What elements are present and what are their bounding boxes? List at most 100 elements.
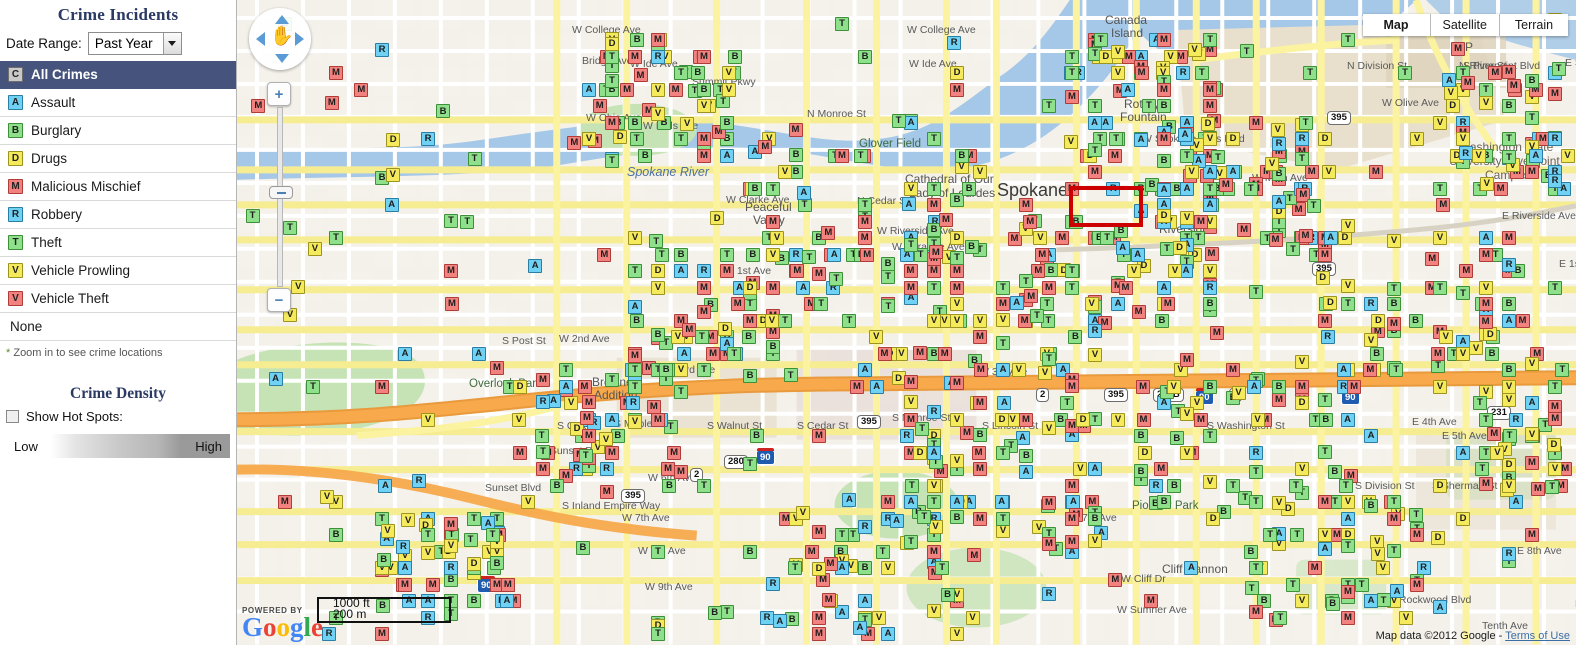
crime-marker-a[interactable]: A	[904, 495, 918, 509]
crime-marker-t[interactable]: T	[536, 444, 550, 459]
crime-marker-r[interactable]: R	[626, 396, 641, 410]
crime-marker-m[interactable]: M	[1295, 379, 1309, 394]
crime-marker-v[interactable]: V	[1502, 392, 1516, 407]
crime-marker-m[interactable]: M	[967, 548, 982, 563]
crime-marker-d[interactable]: D	[613, 129, 628, 144]
crime-marker-d[interactable]: D	[1137, 445, 1152, 460]
crime-marker-r[interactable]: R	[444, 561, 458, 575]
crime-marker-d[interactable]: D	[513, 379, 527, 394]
crime-marker-m[interactable]: M	[582, 428, 596, 443]
crime-marker-v[interactable]: V	[1469, 341, 1483, 356]
crime-marker-a[interactable]: A	[1157, 182, 1171, 197]
crime-marker-r[interactable]: R	[1548, 173, 1562, 188]
crime-marker-b[interactable]: B	[789, 147, 803, 162]
crime-marker-t[interactable]: T	[1555, 363, 1570, 377]
crime-marker-r[interactable]: R	[412, 473, 427, 488]
crime-marker-a[interactable]: A	[1009, 295, 1024, 310]
crime-marker-b[interactable]: B	[1502, 363, 1516, 377]
crime-marker-a[interactable]: A	[1130, 247, 1145, 262]
crime-marker-m[interactable]: M	[960, 425, 974, 440]
crime-marker-a[interactable]: A	[1115, 240, 1130, 255]
crime-marker-m[interactable]: M	[1065, 89, 1079, 104]
crime-marker-a[interactable]: A	[1203, 198, 1217, 212]
zoom-slider-track[interactable]	[269, 107, 293, 287]
crime-marker-b[interactable]: B	[1157, 99, 1171, 113]
crime-marker-m[interactable]: M	[860, 247, 875, 262]
crime-marker-v[interactable]: V	[401, 513, 416, 528]
crime-marker-r[interactable]: R	[1416, 561, 1431, 575]
crime-marker-v[interactable]: V	[950, 297, 964, 311]
crime-marker-t[interactable]: T	[917, 509, 932, 524]
crime-marker-v[interactable]: V	[1295, 594, 1309, 608]
crime-marker-m[interactable]: M	[1042, 280, 1056, 295]
crime-marker-m[interactable]: M	[1502, 64, 1516, 79]
crime-marker-r[interactable]: R	[1295, 132, 1309, 146]
crime-marker-v[interactable]: V	[380, 523, 395, 538]
crime-marker-a[interactable]: A	[901, 197, 916, 212]
crime-marker-m[interactable]: M	[1479, 247, 1493, 262]
crime-marker-m[interactable]: M	[697, 148, 711, 163]
crime-marker-t[interactable]: T	[783, 368, 798, 383]
crime-marker-t[interactable]: T	[1502, 150, 1516, 165]
crime-marker-t[interactable]: T	[1551, 61, 1566, 76]
crime-marker-t[interactable]: T	[996, 280, 1010, 295]
crime-marker-t[interactable]: T	[245, 209, 260, 223]
crime-marker-t[interactable]: T	[950, 250, 964, 265]
crime-type-item-all-crimes[interactable]: C All Crimes	[0, 61, 236, 89]
crime-marker-m[interactable]: M	[1318, 247, 1332, 262]
show-hotspots-row[interactable]: Show Hot Spots:	[0, 409, 236, 430]
crime-marker-m[interactable]: M	[697, 49, 711, 64]
crime-marker-b[interactable]: B	[1169, 431, 1184, 446]
crime-marker-m[interactable]: M	[1024, 289, 1039, 304]
crime-marker-m[interactable]: M	[1368, 165, 1383, 179]
crime-marker-t[interactable]: T	[628, 264, 642, 278]
crime-marker-t[interactable]: T	[1456, 286, 1470, 301]
crime-marker-b[interactable]: B	[1318, 412, 1333, 427]
crime-marker-a[interactable]: A	[1134, 132, 1148, 147]
crime-marker-t[interactable]: T	[1545, 480, 1560, 494]
crime-marker-m[interactable]: M	[1154, 462, 1169, 476]
crime-marker-a[interactable]: A	[796, 280, 811, 295]
crime-marker-m[interactable]: M	[1459, 264, 1474, 278]
crime-marker-t[interactable]: T	[578, 448, 593, 463]
crime-marker-r[interactable]: R	[1548, 132, 1562, 146]
crime-marker-a[interactable]: A	[677, 346, 692, 361]
crime-marker-m[interactable]: M	[667, 445, 682, 460]
crime-marker-m[interactable]: M	[1108, 572, 1123, 587]
crime-marker-t[interactable]: T	[1479, 412, 1493, 427]
crime-marker-t[interactable]: T	[605, 49, 619, 64]
crime-marker-m[interactable]: M	[971, 445, 986, 460]
crime-marker-m[interactable]: M	[1226, 363, 1240, 377]
crime-marker-b[interactable]: B	[490, 556, 504, 571]
show-hotspots-checkbox[interactable]	[6, 410, 19, 423]
crime-marker-m[interactable]: M	[1410, 577, 1424, 592]
crime-marker-m[interactable]: M	[720, 264, 734, 278]
crime-marker-a[interactable]: A	[628, 299, 642, 314]
crime-marker-m[interactable]: M	[697, 305, 711, 320]
crime-marker-r[interactable]: R	[1249, 445, 1263, 460]
crime-marker-d[interactable]: D	[1502, 458, 1516, 473]
crime-marker-b[interactable]: B	[950, 510, 964, 525]
crime-marker-m[interactable]: M	[605, 445, 619, 460]
crime-marker-d[interactable]: D	[1433, 478, 1447, 493]
crime-marker-m[interactable]: M	[973, 511, 987, 526]
crime-marker-b[interactable]: B	[659, 363, 674, 377]
crime-marker-m[interactable]: M	[592, 99, 607, 113]
crime-marker-v[interactable]: V	[1088, 347, 1102, 362]
crime-marker-t[interactable]: T	[1341, 33, 1355, 47]
crime-marker-a[interactable]: A	[1318, 542, 1332, 557]
crime-marker-v[interactable]: V	[996, 523, 1010, 538]
crime-marker-m[interactable]: M	[973, 462, 987, 476]
crime-marker-d[interactable]: D	[1206, 511, 1221, 526]
crime-marker-m[interactable]: M	[445, 297, 459, 311]
crime-marker-a[interactable]: A	[1019, 464, 1033, 479]
crime-marker-m[interactable]: M	[1341, 585, 1355, 599]
crime-marker-v[interactable]: V	[1042, 421, 1056, 436]
crime-marker-t[interactable]: T	[1318, 444, 1332, 459]
crime-marker-t[interactable]: T	[835, 16, 849, 31]
crime-marker-v[interactable]: V	[770, 231, 784, 245]
crime-marker-a[interactable]: A	[1528, 148, 1543, 163]
crime-marker-t[interactable]: T	[743, 457, 757, 472]
crime-marker-t[interactable]: T	[814, 297, 829, 311]
crime-marker-m[interactable]: M	[1157, 33, 1171, 48]
